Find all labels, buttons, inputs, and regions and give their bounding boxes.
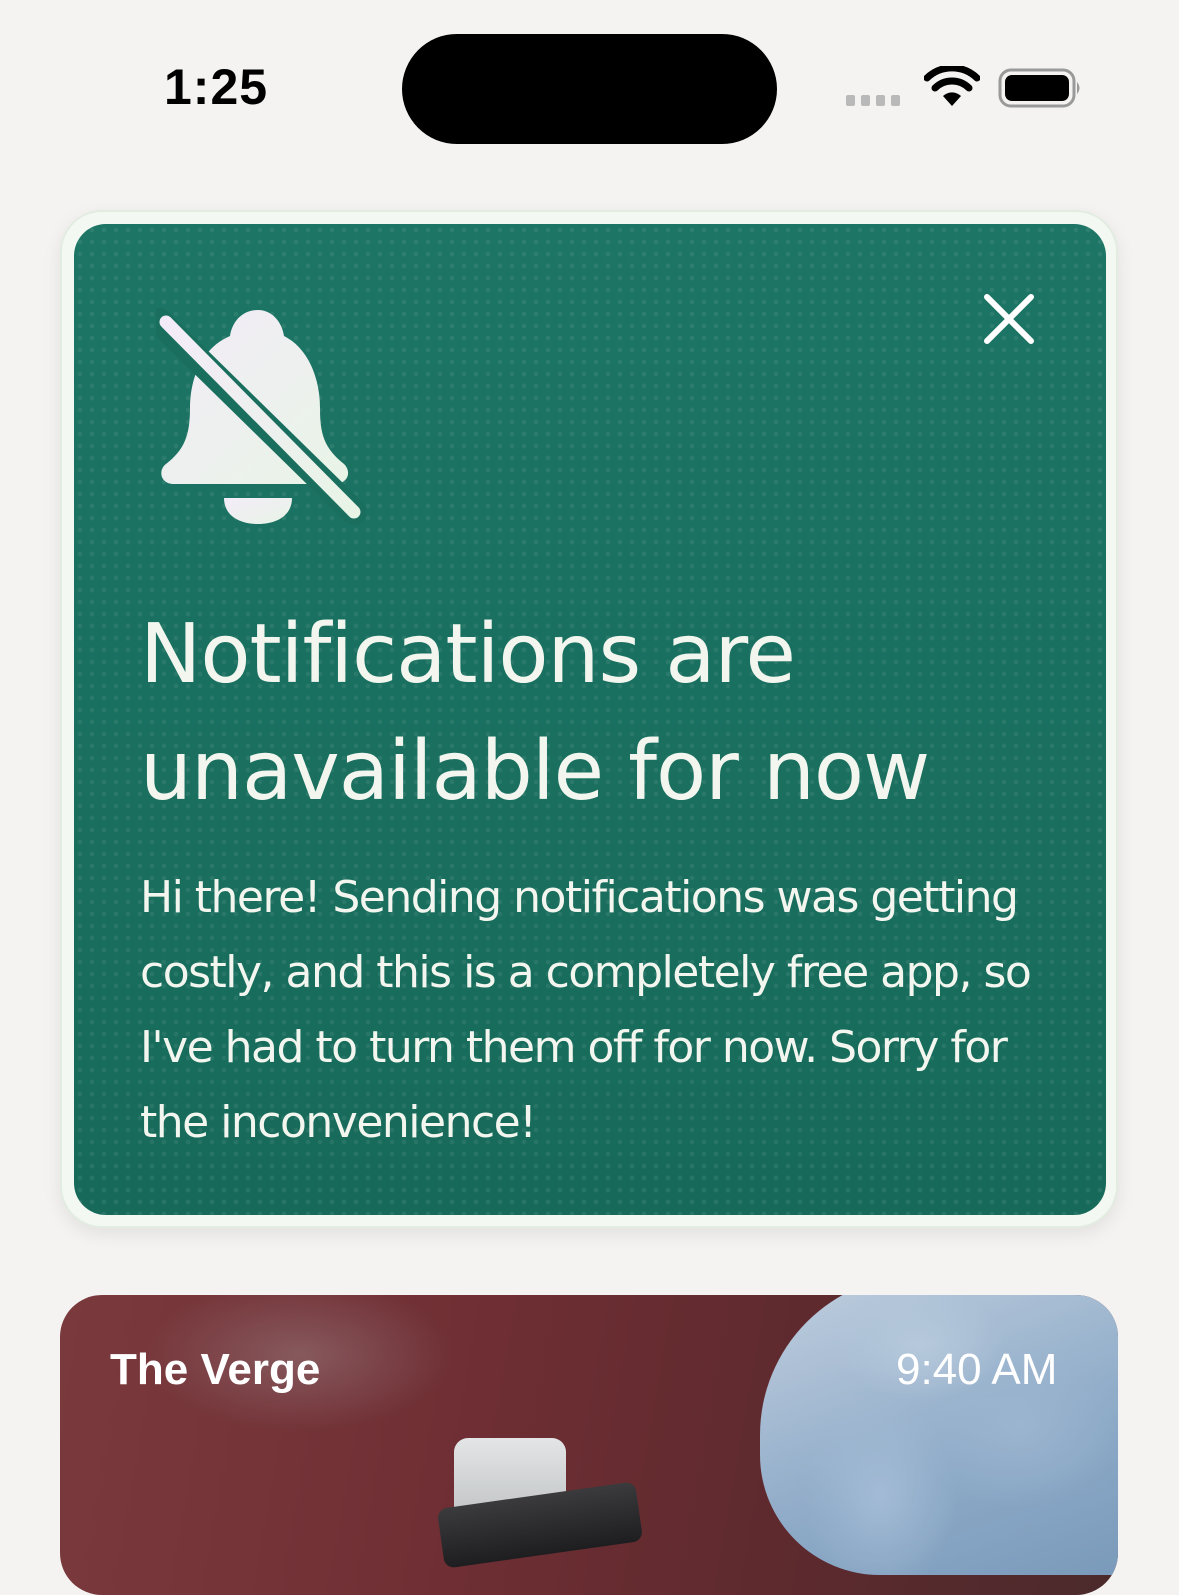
bell-slash-icon [156, 308, 366, 525]
close-icon[interactable] [982, 292, 1036, 346]
article-card[interactable] [60, 1295, 1118, 1595]
cellular-signal-icon [846, 95, 900, 106]
article-source: The Verge [110, 1345, 321, 1394]
notice-title: Notifications are unavailable for now [140, 607, 930, 819]
article-image [760, 1295, 1118, 1575]
notice-body: Hi there! Sending notifications was gett… [140, 872, 1032, 1148]
battery-icon [998, 68, 1080, 108]
status-time: 1:25 [164, 59, 269, 115]
wifi-icon [924, 66, 980, 106]
dynamic-island [402, 34, 777, 144]
article-time: 9:40 AM [896, 1345, 1058, 1394]
